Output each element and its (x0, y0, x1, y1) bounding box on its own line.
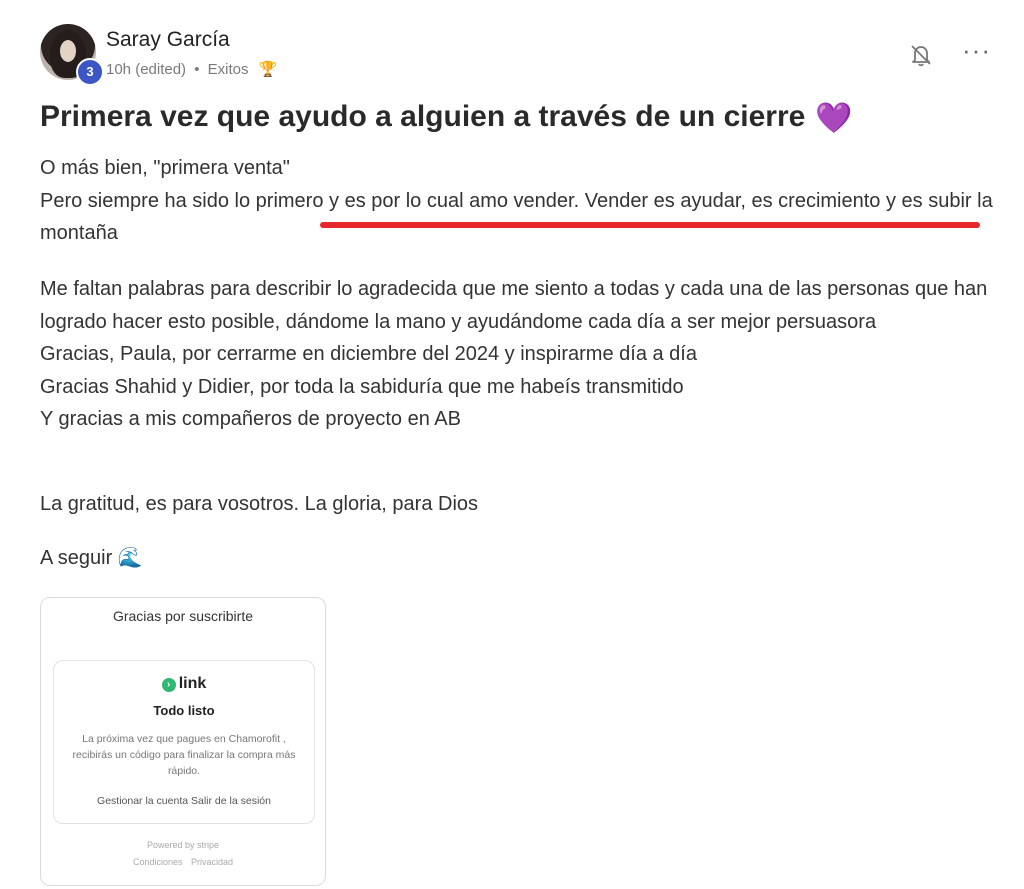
post-paragraph-4: A seguir 🌊 (40, 547, 143, 569)
post-title: Primera vez que ayudo a alguien a través… (40, 100, 1000, 136)
link-brand: link (178, 675, 207, 692)
post-paragraph-1: O más bien, "primera venta" Pero siempre… (40, 157, 993, 244)
attachment-heading: Todo listo (153, 703, 215, 718)
meta-separator: • (194, 61, 200, 78)
attachment-actions: Gestionar la cuenta Salir de la sesión (97, 795, 271, 807)
level-badge: 3 (76, 58, 104, 86)
link-logo: › link (54, 675, 314, 693)
post-paragraph-2: Me faltan palabras para describir lo agr… (40, 278, 988, 430)
post-header: 3 Saray García 10h (edited) • Exitos 🏆 ·… (40, 24, 1000, 86)
post-title-text: Primera vez que ayudo a alguien a través… (40, 100, 806, 133)
heart-emoji: 💜 (815, 102, 853, 135)
bell-off-icon[interactable] (908, 42, 934, 68)
trophy-icon: 🏆 (258, 61, 278, 78)
powered-by: Powered by stripe (146, 840, 220, 850)
attachment-body: La próxima vez que pagues en Chamorofit … (72, 733, 296, 777)
avatar-face (60, 40, 76, 62)
post-meta: 10h (edited) • Exitos 🏆 (106, 60, 277, 78)
more-options-icon[interactable]: ··· (962, 37, 992, 68)
author-name[interactable]: Saray García (106, 28, 230, 52)
post-paragraph-3: La gratitud, es para vosotros. La gloria… (40, 493, 479, 515)
legal-links: Condiciones Privacidad (132, 857, 234, 867)
attachment-inner-card: › link Todo listo La próxima vez que pagu… (53, 660, 315, 824)
post-category[interactable]: Exitos (208, 61, 249, 78)
highlight-underline (320, 222, 980, 228)
attachment-title: Gracias por suscribirte (112, 608, 254, 624)
attachment-image[interactable]: Gracias por suscribirte › link Todo listo… (40, 597, 326, 886)
link-arrow-icon: › (161, 678, 176, 692)
post-time: 10h (edited) (106, 61, 187, 78)
